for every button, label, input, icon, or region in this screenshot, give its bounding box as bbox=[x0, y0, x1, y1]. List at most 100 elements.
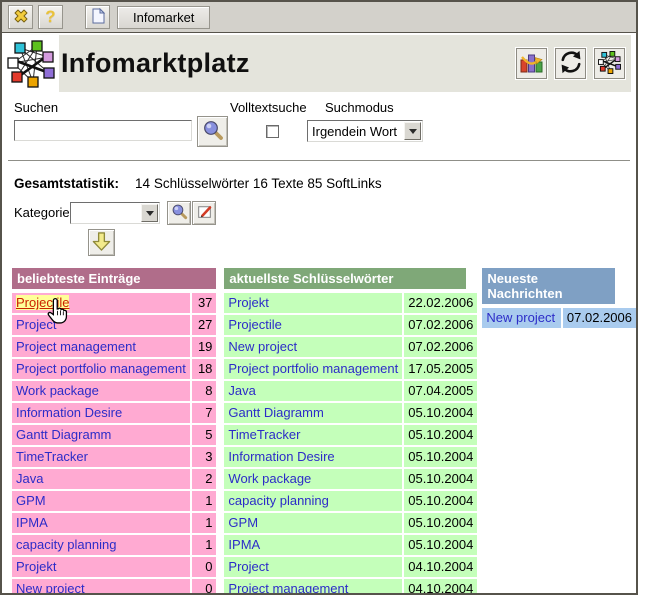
table-row: Project portfolio management17.05.2005 bbox=[224, 359, 477, 379]
entry-link[interactable]: Gantt Diagramm bbox=[16, 427, 111, 442]
entry-date: 07.02.2006 bbox=[404, 337, 477, 357]
latest-news-block: Neueste Nachrichten New project07.02.200… bbox=[482, 268, 636, 330]
entry-link[interactable]: Project management bbox=[228, 581, 348, 595]
entry-date: 22.02.2006 bbox=[404, 293, 477, 313]
entry-count: 2 bbox=[192, 469, 217, 489]
entry-count: 0 bbox=[192, 579, 217, 595]
entry-count: 5 bbox=[192, 425, 217, 445]
entry-date: 07.04.2005 bbox=[404, 381, 477, 401]
entry-link[interactable]: Projekt bbox=[16, 559, 56, 574]
table-row: Information Desire7 bbox=[12, 403, 216, 423]
entry-link[interactable]: capacity planning bbox=[228, 493, 328, 508]
entry-date: 07.02.2006 bbox=[404, 315, 477, 335]
search-input[interactable] bbox=[14, 120, 192, 141]
page-title: Infomarktplatz bbox=[61, 48, 250, 79]
popular-entries-title: beliebteste Einträge bbox=[12, 268, 216, 289]
entry-link[interactable]: Projekt bbox=[228, 295, 268, 310]
popular-entries-table: Projectile 37Project27 Project management 1… bbox=[12, 291, 216, 595]
latest-news-title: Neueste Nachrichten bbox=[482, 268, 615, 304]
entry-link[interactable]: Gantt Diagramm bbox=[228, 405, 323, 420]
table-row: TimeTracker05.10.2004 bbox=[224, 425, 477, 445]
table-row: New project 0 bbox=[12, 579, 216, 595]
categories-select[interactable] bbox=[70, 202, 160, 224]
search-mode-select[interactable]: Irgendein Wort bbox=[307, 120, 423, 142]
tab-infomarket[interactable]: Infomarket bbox=[117, 6, 210, 29]
stats-value: 14 Schlüsselwörter 16 Texte 85 SoftLinks bbox=[135, 176, 382, 191]
app-window: ? Infomarket bbox=[0, 0, 638, 595]
dropdown-arrow-icon bbox=[404, 122, 421, 140]
close-button[interactable] bbox=[8, 5, 33, 29]
entry-link[interactable]: IPMA bbox=[228, 537, 260, 552]
latest-keywords-table: Projekt 22.02.2006 Projectile 07.02.2006 New… bbox=[224, 291, 477, 595]
entry-link[interactable]: Project bbox=[228, 559, 268, 574]
entry-count: 1 bbox=[192, 491, 217, 511]
entry-date: 05.10.2004 bbox=[404, 513, 477, 533]
chart-icon bbox=[520, 50, 544, 77]
search-mode-label: Suchmodus bbox=[325, 100, 394, 115]
entry-link[interactable]: Projectile bbox=[16, 295, 69, 310]
infomarkt-logo bbox=[2, 35, 59, 92]
table-row: TimeTracker3 bbox=[12, 447, 216, 467]
fulltext-checkbox[interactable] bbox=[266, 125, 279, 138]
entry-link[interactable]: Java bbox=[228, 383, 255, 398]
entry-link[interactable]: Projectile bbox=[228, 317, 281, 332]
help-button[interactable]: ? bbox=[38, 5, 63, 29]
entry-date: 05.10.2004 bbox=[404, 491, 477, 511]
table-row: Information Desire05.10.2004 bbox=[224, 447, 477, 467]
entry-link[interactable]: capacity planning bbox=[16, 537, 116, 552]
edit-icon bbox=[196, 203, 213, 223]
entry-date: 04.10.2004 bbox=[404, 579, 477, 595]
statistics-button[interactable] bbox=[516, 48, 547, 79]
search-button[interactable] bbox=[197, 116, 228, 147]
network-button[interactable] bbox=[594, 48, 625, 79]
entry-link[interactable]: Project bbox=[16, 317, 56, 332]
table-row: Project27 bbox=[12, 315, 216, 335]
entry-link[interactable]: New project bbox=[16, 581, 85, 595]
entry-count: 37 bbox=[192, 293, 217, 313]
entry-link[interactable]: Information Desire bbox=[228, 449, 334, 464]
table-row: IPMA 1 bbox=[12, 513, 216, 533]
popular-entries-block: beliebteste Einträge Projectile37Project… bbox=[12, 268, 216, 595]
entry-link[interactable]: IPMA bbox=[16, 515, 48, 530]
category-search-button[interactable] bbox=[167, 201, 191, 225]
entry-link[interactable]: Project portfolio management bbox=[228, 361, 398, 376]
statistics-row: Gesamtstatistik:14 Schlüsselwörter 16 Te… bbox=[14, 176, 636, 191]
entry-link[interactable]: TimeTracker bbox=[228, 427, 300, 442]
search-mode-value: Irgendein Wort bbox=[308, 124, 403, 139]
entry-link[interactable]: TimeTracker bbox=[16, 449, 88, 464]
entry-link[interactable]: GPM bbox=[16, 493, 46, 508]
table-row: Work package05.10.2004 bbox=[224, 469, 477, 489]
entry-date: 05.10.2004 bbox=[404, 403, 477, 423]
category-edit-button[interactable] bbox=[192, 201, 216, 225]
entry-link[interactable]: Information Desire bbox=[16, 405, 122, 420]
table-row: Project04.10.2004 bbox=[224, 557, 477, 577]
document-button[interactable] bbox=[85, 5, 110, 29]
magnifier-icon bbox=[202, 119, 224, 144]
entry-link[interactable]: Work package bbox=[228, 471, 311, 486]
entry-link[interactable]: Work package bbox=[16, 383, 99, 398]
table-row: Projectile 37 bbox=[12, 293, 216, 313]
category-go-down-button[interactable] bbox=[88, 229, 115, 256]
table-row: Java 2 bbox=[12, 469, 216, 489]
close-icon bbox=[12, 7, 30, 28]
entry-link[interactable]: GPM bbox=[228, 515, 258, 530]
refresh-button[interactable] bbox=[555, 48, 586, 79]
search-label: Suchen bbox=[14, 100, 58, 115]
magnifier-icon bbox=[171, 203, 188, 223]
table-row: Project portfolio management18 bbox=[12, 359, 216, 379]
entry-link[interactable]: Project portfolio management bbox=[16, 361, 186, 376]
entry-link[interactable]: New project bbox=[486, 310, 555, 325]
table-row: GPM 05.10.2004 bbox=[224, 513, 477, 533]
table-row: Projekt 0 bbox=[12, 557, 216, 577]
refresh-icon bbox=[559, 50, 583, 77]
entry-link[interactable]: Project management bbox=[16, 339, 136, 354]
search-section: Suchen Volltextsuche Suchmodus Irgendein… bbox=[2, 92, 636, 160]
entry-link[interactable]: Java bbox=[16, 471, 43, 486]
entry-count: 1 bbox=[192, 513, 217, 533]
table-row: Java 07.04.2005 bbox=[224, 381, 477, 401]
toolbar: ? Infomarket bbox=[2, 2, 636, 33]
entry-count: 1 bbox=[192, 535, 217, 555]
entry-link[interactable]: New project bbox=[228, 339, 297, 354]
page-header: Infomarktplatz bbox=[2, 35, 631, 92]
entry-count: 0 bbox=[192, 557, 217, 577]
